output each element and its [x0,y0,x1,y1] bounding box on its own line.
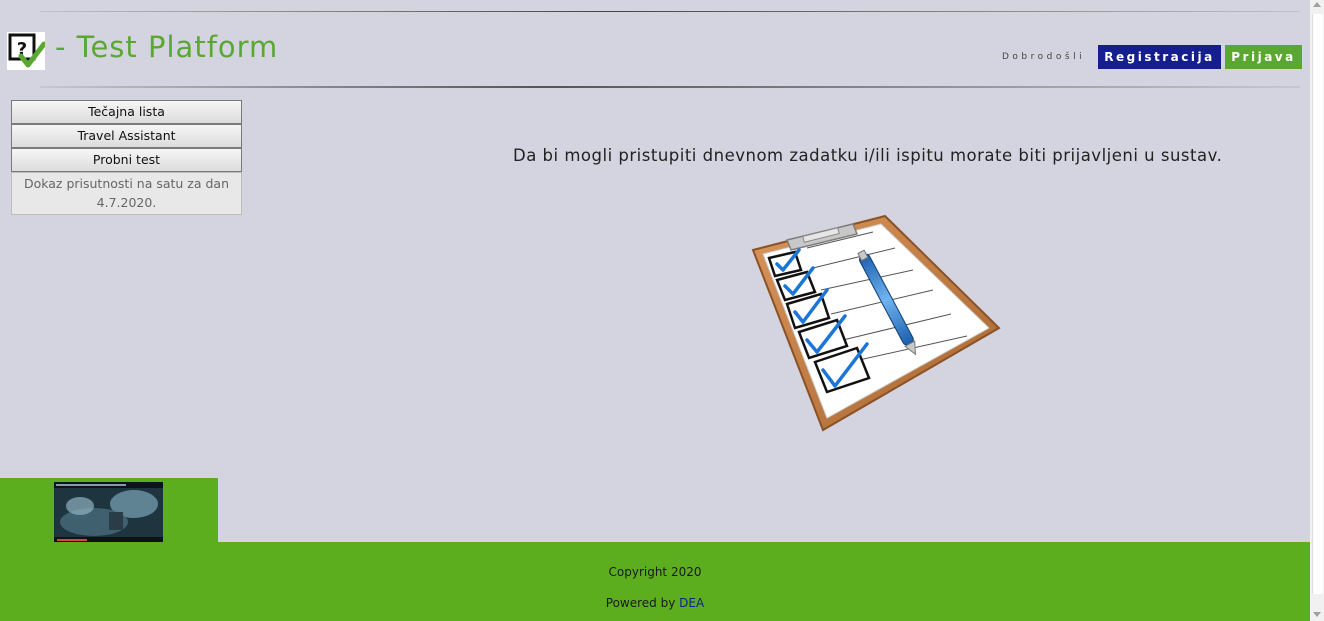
scrollbar-thumb[interactable] [1312,14,1323,594]
register-button[interactable]: Registracija [1098,45,1221,69]
login-required-notice: Da bi mogli pristupiti dnevnom zadatku i… [513,146,1223,165]
powered-by: Powered by DEA [0,596,1310,610]
attendance-note-date: 4.7.2020. [96,195,157,210]
welcome-text: Dobrodošli [1002,52,1086,62]
sidebar-item-travel-assistant[interactable]: Travel Assistant [11,124,242,148]
login-button[interactable]: Prijava [1225,45,1302,69]
clipboard-checklist-icon [745,210,1007,438]
scroll-up-arrow-icon[interactable] [1313,2,1321,7]
footer: Copyright 2020 Powered by DEA [0,542,1310,621]
attendance-note: Dokaz prisutnosti na satu za dan 4.7.202… [11,172,242,215]
top-divider [40,11,1300,12]
scroll-down-arrow-icon[interactable] [1313,612,1321,617]
powered-by-label: Powered by [605,596,676,610]
dea-link[interactable]: DEA [679,596,704,610]
sidebar-item-tecajna-lista[interactable]: Tečajna lista [11,100,242,124]
header-divider [40,86,1300,88]
logo-question-check-icon[interactable]: ? [7,32,47,70]
sidebar-item-probni-test[interactable]: Probni test [11,148,242,172]
attendance-note-line1: Dokaz prisutnosti na satu za dan [23,176,230,191]
site-title[interactable]: - Test Platform [55,30,278,64]
video-thumbnail[interactable] [54,482,163,543]
sidebar-menu: Tečajna lista Travel Assistant Probni te… [11,100,242,215]
copyright-text: Copyright 2020 [608,565,702,579]
